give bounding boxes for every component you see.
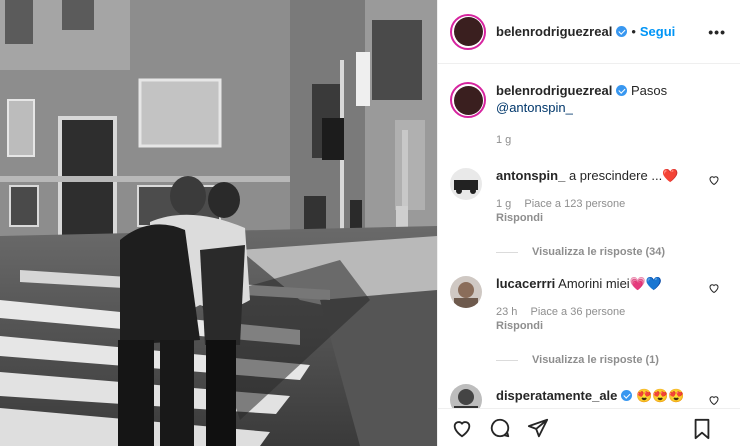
comment-username[interactable]: lucacerrri xyxy=(496,276,555,291)
comment-username[interactable]: disperatamente_ale xyxy=(496,388,617,403)
more-icon[interactable]: ••• xyxy=(708,24,726,40)
comment-text: Amorini miei xyxy=(558,276,630,291)
comment-emoji: ❤️ xyxy=(662,168,679,183)
separator-dot: • xyxy=(631,24,636,39)
caption-author-username[interactable]: belenrodriguezreal xyxy=(496,83,612,98)
verified-icon xyxy=(621,390,633,401)
caption-mention-link[interactable]: @antonspin_ xyxy=(496,100,573,115)
heart-icon[interactable] xyxy=(450,416,474,440)
view-replies-line xyxy=(496,359,518,361)
reply-button[interactable]: Rispondi xyxy=(496,212,678,224)
comment-avatar[interactable] xyxy=(450,276,482,308)
comment-text: a prescindere ... xyxy=(568,168,663,183)
comment-icon[interactable] xyxy=(488,416,512,440)
post-caption: belenrodriguezreal Pasos @antonspin_ xyxy=(438,64,740,118)
author-username[interactable]: belenrodriguezreal xyxy=(496,24,612,39)
comment-like-heart-icon[interactable] xyxy=(708,394,720,406)
comment-emoji: 💗💙 xyxy=(629,276,663,291)
caption-text: Pasos xyxy=(630,83,668,98)
reply-button[interactable]: Rispondi xyxy=(496,320,662,332)
street-photo-image xyxy=(0,0,437,446)
follow-button[interactable]: Segui xyxy=(640,24,675,39)
verified-icon xyxy=(616,26,628,37)
view-replies-label[interactable]: Visualizza le risposte (1) xyxy=(532,354,659,366)
post-window: belenrodriguezreal • Segui ••• belenrodr… xyxy=(0,0,740,446)
view-replies-button[interactable]: Visualizza le risposte (34) xyxy=(496,246,740,258)
comment-avatar[interactable] xyxy=(450,168,482,200)
view-replies-line xyxy=(496,251,518,253)
comment-like-heart-icon[interactable] xyxy=(708,282,720,294)
comment-item: lucacerrri Amorini miei💗💙 23 h Piace a 3… xyxy=(438,276,740,332)
comment-time: 23 h xyxy=(496,306,518,318)
comment-emoji: 😍😍😍 xyxy=(636,388,685,403)
comment-like-heart-icon[interactable] xyxy=(708,174,720,186)
comment-meta: 23 h Piace a 36 persone xyxy=(496,306,662,318)
post-time: 1 g xyxy=(496,134,512,146)
comment-time: 1 g xyxy=(496,198,512,210)
view-replies-button[interactable]: Visualizza le risposte (1) xyxy=(496,354,740,366)
caption-author-avatar[interactable] xyxy=(450,82,486,118)
verified-icon xyxy=(616,85,628,96)
comment-username[interactable]: antonspin_ xyxy=(496,168,565,183)
bookmark-icon[interactable] xyxy=(690,417,714,441)
comment-item: antonspin_ a prescindere ...❤️ 1 g Piace… xyxy=(438,168,740,224)
view-replies-label[interactable]: Visualizza le risposte (34) xyxy=(532,246,665,258)
author-avatar[interactable] xyxy=(450,13,486,50)
comments-panel: belenrodriguezreal • Segui ••• belenrodr… xyxy=(437,0,740,446)
comment-meta: 1 g Piace a 123 persone xyxy=(496,198,678,210)
share-icon[interactable] xyxy=(526,416,550,440)
comment-likes[interactable]: Piace a 123 persone xyxy=(524,198,625,210)
comment-likes[interactable]: Piace a 36 persone xyxy=(530,306,625,318)
post-header: belenrodriguezreal • Segui ••• xyxy=(438,0,740,64)
action-bar xyxy=(438,408,740,446)
post-photo[interactable] xyxy=(0,0,437,446)
